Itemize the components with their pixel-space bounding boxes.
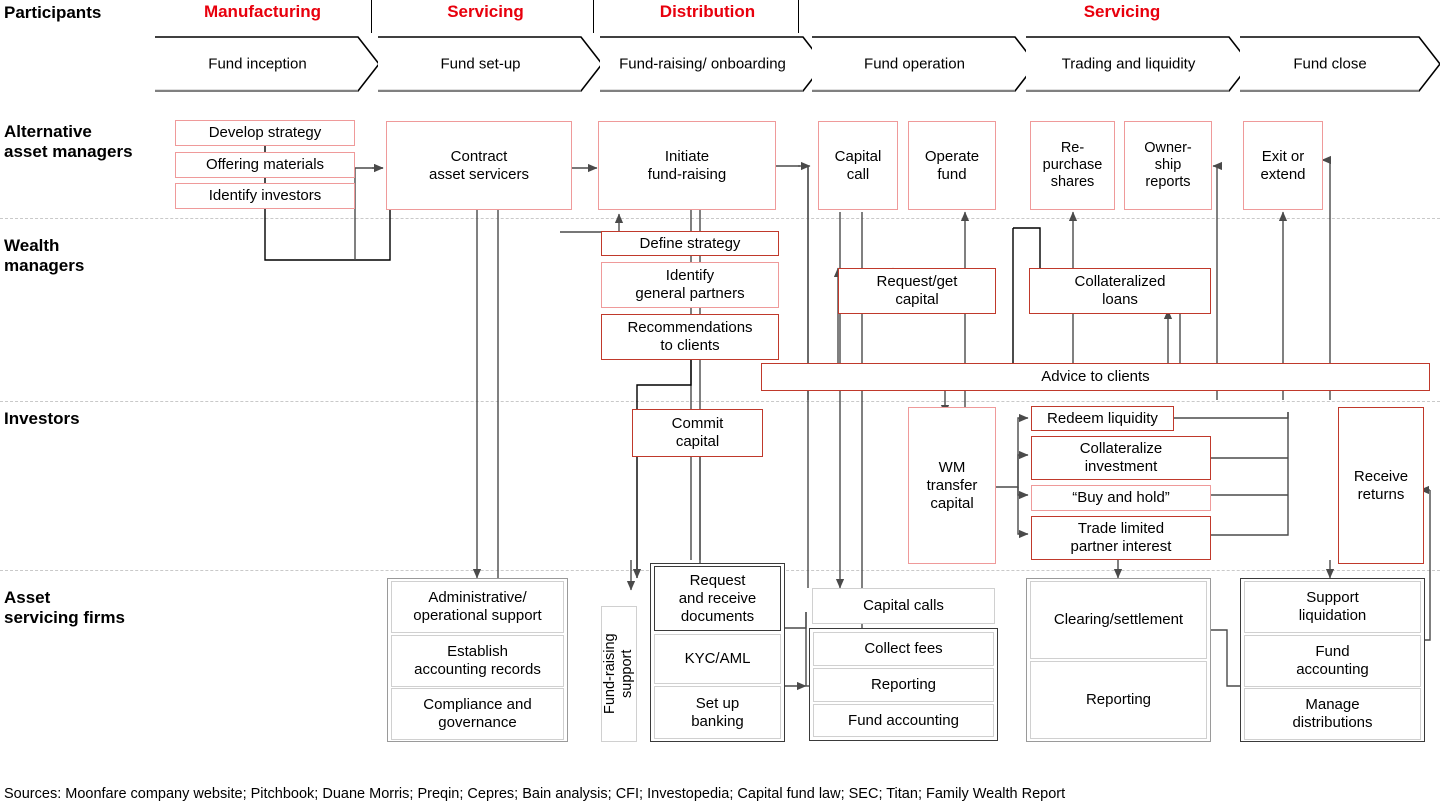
row-label-asset-servicing-firms: Asset servicing firms <box>4 588 125 627</box>
box-recommendations-to-clients[interactable]: Recommendations to clients <box>601 314 779 360</box>
box-collect-fees[interactable]: Collect fees <box>813 632 994 666</box>
box-receive-returns[interactable]: Receive returns <box>1338 407 1424 564</box>
box-redeem-liquidity[interactable]: Redeem liquidity <box>1031 406 1174 431</box>
box-fund-accounting-operations[interactable]: Fund accounting <box>813 704 994 737</box>
box-administrative-operational-support[interactable]: Administrative/ operational support <box>391 581 564 633</box>
box-collateralized-loans[interactable]: Collateralized loans <box>1029 268 1211 314</box>
phase-label: Fund close <box>1293 55 1367 73</box>
phase-chevron-fund-inception[interactable]: Fund inception <box>155 36 380 92</box>
participants-label: Participants <box>4 3 102 22</box>
box-develop-strategy[interactable]: Develop strategy <box>175 120 355 146</box>
row-label-investors: Investors <box>4 409 80 428</box>
phase-chevron-fundraising-onboarding[interactable]: Fund-raising/ onboarding <box>600 36 825 92</box>
group-header-servicing-1: Servicing <box>447 2 524 21</box>
box-wm-transfer-capital[interactable]: WM transfer capital <box>908 407 996 564</box>
box-fundraising-support[interactable]: Fund-raising support <box>601 606 637 742</box>
group-divider-2 <box>593 0 594 33</box>
phase-chevron-fund-close[interactable]: Fund close <box>1240 36 1440 92</box>
box-support-liquidation[interactable]: Support liquidation <box>1244 581 1421 633</box>
group-divider-1 <box>371 0 372 33</box>
box-ownership-reports[interactable]: Owner- ship reports <box>1124 121 1212 210</box>
box-kyc-aml[interactable]: KYC/AML <box>654 634 781 684</box>
phase-label: Fund set-up <box>440 55 521 73</box>
box-manage-distributions[interactable]: Manage distributions <box>1244 688 1421 740</box>
row-label-wealth-managers: Wealth managers <box>4 236 85 275</box>
band-divider-2 <box>0 401 1440 402</box>
box-identify-investors[interactable]: Identify investors <box>175 183 355 209</box>
box-exit-or-extend[interactable]: Exit or extend <box>1243 121 1323 210</box>
box-operate-fund[interactable]: Operate fund <box>908 121 996 210</box>
box-reporting-trading[interactable]: Reporting <box>1030 661 1207 739</box>
phase-label: Fund-raising/ onboarding <box>619 55 786 73</box>
box-identify-general-partners[interactable]: Identify general partners <box>601 262 779 308</box>
box-collateralize-investment[interactable]: Collateralize investment <box>1031 436 1211 480</box>
group-divider-3 <box>798 0 799 33</box>
box-request-get-capital[interactable]: Request/get capital <box>838 268 996 314</box>
sources-note: Sources: Moonfare company website; Pitch… <box>4 786 1066 802</box>
box-buy-and-hold[interactable]: “Buy and hold” <box>1031 485 1211 511</box>
box-repurchase-shares[interactable]: Re- purchase shares <box>1030 121 1115 210</box>
box-set-up-banking[interactable]: Set up banking <box>654 686 781 739</box>
box-compliance-and-governance[interactable]: Compliance and governance <box>391 688 564 740</box>
band-divider-1 <box>0 218 1440 219</box>
phase-chevron-fund-setup[interactable]: Fund set-up <box>378 36 603 92</box>
group-header-distribution: Distribution <box>659 2 756 21</box>
box-request-and-receive-documents[interactable]: Request and receive documents <box>654 566 781 631</box>
group-header-servicing-2: Servicing <box>1083 2 1161 21</box>
phase-label: Fund operation <box>864 55 965 73</box>
box-commit-capital[interactable]: Commit capital <box>632 409 763 457</box>
box-offering-materials[interactable]: Offering materials <box>175 152 355 178</box>
box-reporting-operations[interactable]: Reporting <box>813 668 994 702</box>
box-trade-limited-partner-interest[interactable]: Trade limited partner interest <box>1031 516 1211 560</box>
phase-label: Trading and liquidity <box>1061 55 1196 73</box>
box-contract-asset-servicers[interactable]: Contract asset servicers <box>386 121 572 210</box>
box-define-strategy[interactable]: Define strategy <box>601 231 779 256</box>
diagram-canvas: Participants Manufacturing Servicing Dis… <box>0 0 1440 810</box>
box-capital-calls[interactable]: Capital calls <box>812 588 995 624</box>
box-initiate-fund-raising[interactable]: Initiate fund-raising <box>598 121 776 210</box>
box-advice-to-clients[interactable]: Advice to clients <box>761 363 1430 391</box>
row-label-alternative-asset-managers: Alternative asset managers <box>4 122 133 161</box>
group-header-manufacturing: Manufacturing <box>203 2 322 21</box>
box-clearing-settlement[interactable]: Clearing/settlement <box>1030 581 1207 659</box>
box-capital-call[interactable]: Capital call <box>818 121 898 210</box>
box-establish-accounting-records[interactable]: Establish accounting records <box>391 635 564 687</box>
phase-label: Fund inception <box>208 55 307 73</box>
box-fund-accounting-close[interactable]: Fund accounting <box>1244 635 1421 687</box>
phase-chevron-trading-liquidity[interactable]: Trading and liquidity <box>1026 36 1251 92</box>
phase-chevron-fund-operation[interactable]: Fund operation <box>812 36 1037 92</box>
